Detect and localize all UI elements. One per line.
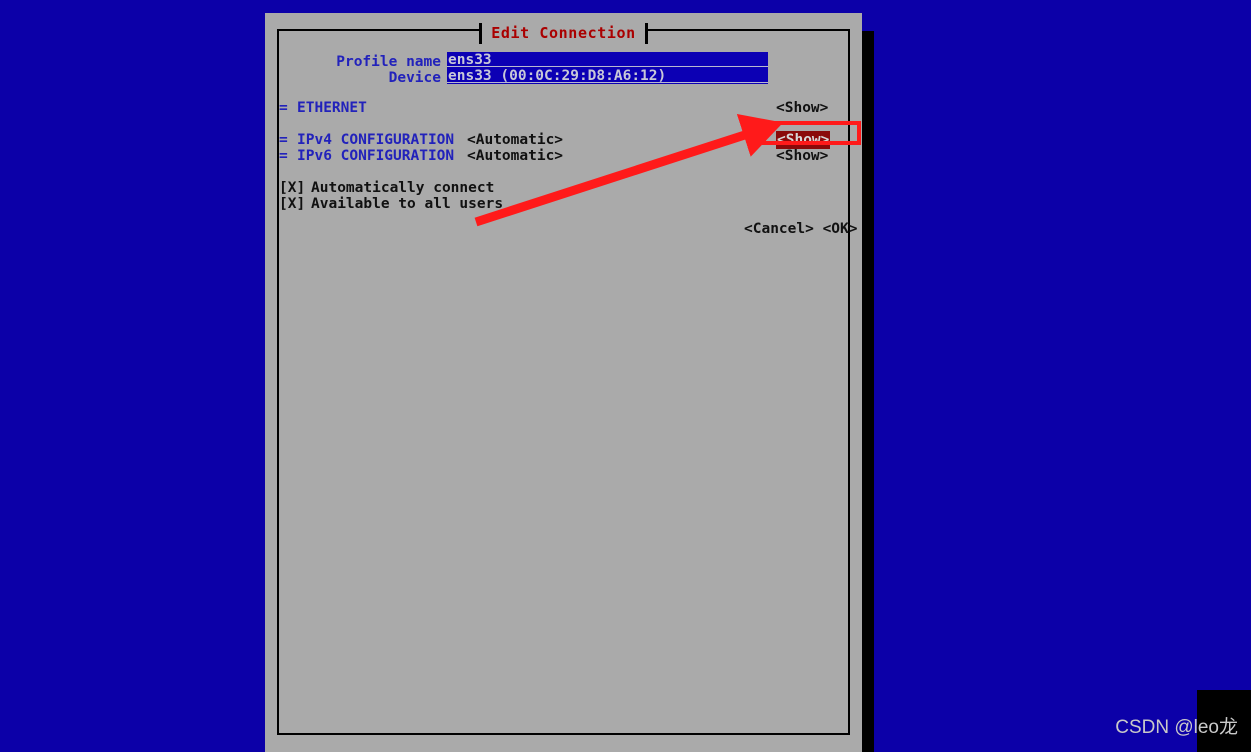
- dialog-inner-frame: [277, 29, 850, 735]
- edit-connection-dialog: Edit Connection: [265, 13, 862, 752]
- dialog-footer-buttons[interactable]: <Cancel> <OK>: [744, 221, 858, 237]
- watermark: CSDN @leo龙: [1115, 717, 1238, 738]
- screenshot-root: Edit Connection Profile name ens33 Devic…: [0, 0, 1251, 752]
- window-shadow-right: [862, 31, 874, 752]
